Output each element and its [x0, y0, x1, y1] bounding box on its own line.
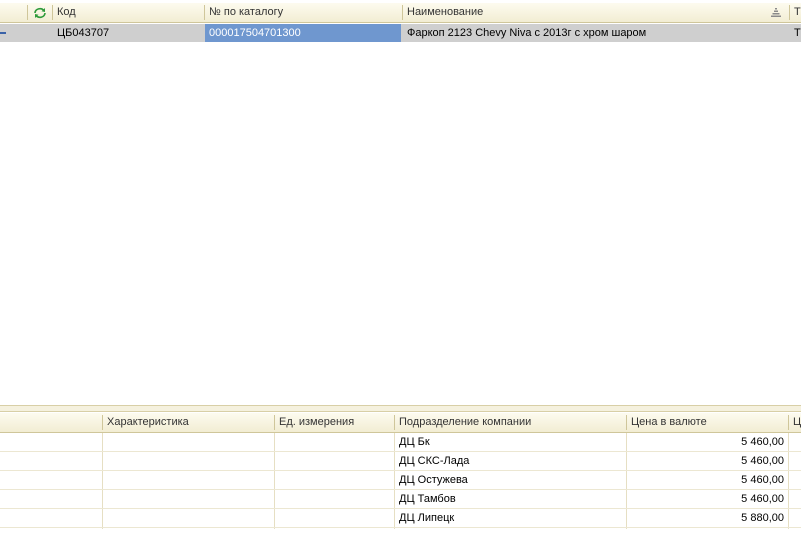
column-header-next[interactable]: Т: [790, 3, 801, 22]
table-row[interactable]: ДЦ СКС-Лада 5 460,00: [0, 452, 801, 471]
table-row[interactable]: ДЦ Бк 5 460,00: [0, 433, 801, 452]
table-row[interactable]: ДЦ Тамбов 5 460,00: [0, 490, 801, 509]
cell-code[interactable]: ЦБ043707: [53, 24, 204, 42]
cell-department[interactable]: ДЦ Остужева: [395, 471, 626, 489]
row-marker-icon: [0, 32, 6, 34]
column-header-code[interactable]: Код: [53, 3, 203, 22]
cell-department[interactable]: ДЦ Бк: [395, 433, 626, 451]
column-header-price-currency[interactable]: Цена в валюте: [627, 413, 787, 432]
sort-ascending-icon: [771, 8, 781, 17]
top-grid-header: Код № по каталогу Наименование Т: [0, 3, 801, 23]
column-header-catalog-no[interactable]: № по каталогу: [205, 3, 401, 22]
cell-department[interactable]: ДЦ Тамбов: [395, 490, 626, 508]
column-header-characteristic[interactable]: Характеристика: [103, 413, 273, 432]
cell-next[interactable]: Т: [790, 24, 801, 42]
cell-price[interactable]: 5 880,00: [627, 509, 788, 527]
table-row[interactable]: ДЦ Остужева 5 460,00: [0, 471, 801, 490]
column-header-unit[interactable]: Ед. измерения: [275, 413, 393, 432]
table-row[interactable]: ДЦ Липецк 5 880,00: [0, 509, 801, 528]
cell-price[interactable]: 5 460,00: [627, 490, 788, 508]
cell-name[interactable]: Фаркоп 2123 Chevy Niva с 2013г с хром ша…: [403, 24, 789, 42]
cell-department[interactable]: ДЦ Липецк: [395, 509, 626, 527]
panel-splitter[interactable]: [0, 405, 801, 412]
bottom-grid-header: Характеристика Ед. измерения Подразделен…: [0, 413, 801, 433]
bottom-grid-body: ДЦ Бк 5 460,00 ДЦ СКС-Лада 5 460,00 ДЦ О…: [0, 433, 801, 529]
cell-catalog-no[interactable]: 000017504701300: [205, 24, 401, 42]
table-row[interactable]: ЦБ043707 000017504701300 Фаркоп 2123 Che…: [0, 24, 801, 42]
refresh-icon[interactable]: [33, 7, 47, 19]
cell-price[interactable]: 5 460,00: [627, 471, 788, 489]
column-header-name[interactable]: Наименование: [403, 3, 763, 22]
cell-price[interactable]: 5 460,00: [627, 452, 788, 470]
column-header-department[interactable]: Подразделение компании: [395, 413, 625, 432]
cell-price[interactable]: 5 460,00: [627, 433, 788, 451]
column-header-next[interactable]: Ц: [789, 413, 801, 432]
cell-department[interactable]: ДЦ СКС-Лада: [395, 452, 626, 470]
